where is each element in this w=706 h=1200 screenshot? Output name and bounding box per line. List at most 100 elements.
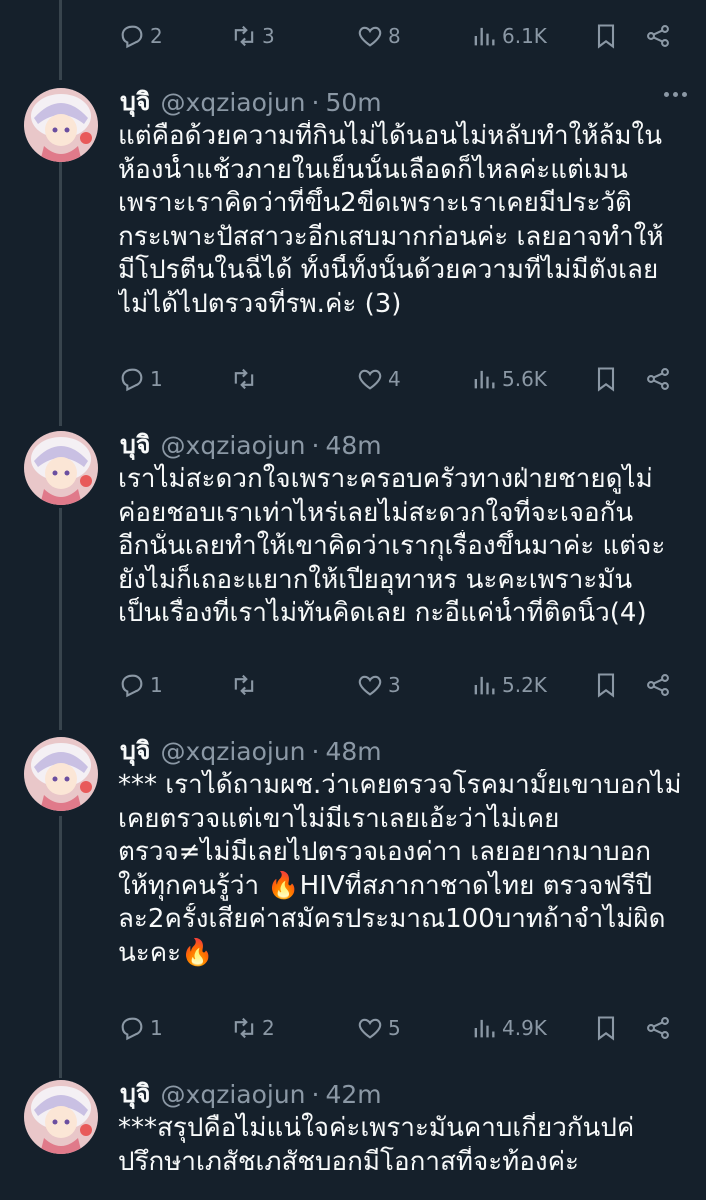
user-handle[interactable]: @xqziaojun xyxy=(161,737,306,766)
tweet-text-line: เคยตรวจแต่เขาไม่มีเราเลยเอ้ะว่าไม่เคย xyxy=(118,803,560,834)
user-handle[interactable]: @xqziaojun xyxy=(161,88,306,117)
views-count: 4.9K xyxy=(502,1016,547,1040)
retweet-icon xyxy=(230,365,262,393)
like-count: 4 xyxy=(388,367,401,391)
share-icon xyxy=(644,365,676,393)
reply-count: 2 xyxy=(150,24,163,48)
separator: · xyxy=(311,1079,320,1109)
tweet-text-line: ไม่ได้ไปตรวจที่รพ.ค่ะ (3) xyxy=(118,288,402,319)
tweet-actions: 1 2 5 4.9K xyxy=(118,1008,678,1048)
timestamp[interactable]: 48m xyxy=(325,431,381,460)
retweet-count: 3 xyxy=(262,24,275,48)
like-button[interactable]: 8 xyxy=(356,16,401,56)
tweet-actions: 1 4 5.6K xyxy=(118,359,678,399)
views-icon xyxy=(470,1014,502,1042)
views-icon xyxy=(470,22,502,50)
share-button[interactable] xyxy=(644,1008,676,1048)
display-name[interactable]: บุจิ xyxy=(120,1074,151,1114)
timestamp[interactable]: 48m xyxy=(325,737,381,766)
like-button[interactable]: 4 xyxy=(356,359,401,399)
reply-button[interactable]: 1 xyxy=(118,665,163,705)
reply-button[interactable]: 1 xyxy=(118,359,163,399)
tweet[interactable]: บุจิ @xqziaojun · 42m ***สรุปคือไม่แน่ใจ… xyxy=(0,1074,706,1200)
tweet[interactable]: บุจิ @xqziaojun · 48m เราไม่สะดวกใจเพราะ… xyxy=(0,425,706,721)
tweet-text-line: นะคะ🔥 xyxy=(118,937,214,968)
like-icon xyxy=(356,671,388,699)
avatar[interactable] xyxy=(24,737,98,811)
retweet-icon xyxy=(230,1014,262,1042)
more-icon[interactable] xyxy=(664,92,688,98)
bookmark-button[interactable] xyxy=(592,359,624,399)
user-handle[interactable]: @xqziaojun xyxy=(161,431,306,460)
reply-count: 1 xyxy=(150,673,163,697)
bookmark-button[interactable] xyxy=(592,16,624,56)
user-handle[interactable]: @xqziaojun xyxy=(161,1080,306,1109)
tweet-text-line: ค่อยชอบเราเท่าไหร่เลยไม่สะดวกใจที่จะเจอก… xyxy=(118,497,634,528)
tweet-text-line: ยังไม่ก็เถอะแยากให้เปียอุทาหร นะคะเพราะม… xyxy=(118,564,633,595)
retweet-icon xyxy=(230,671,262,699)
tweet[interactable]: บุจิ @xqziaojun · 48m *** เราได้ถามผช.ว่… xyxy=(0,731,706,1061)
views-count: 6.1K xyxy=(502,24,547,48)
tweet-text: ***สรุปคือไม่แน่ใจค่ะเพราะมันคาบเกี่ยวกั… xyxy=(118,1112,693,1179)
bookmark-icon xyxy=(592,22,624,50)
share-button[interactable] xyxy=(644,359,676,399)
tweet-text-line: ตรวจ≠ไม่มีเลยไปตรวจเองค่าา เลยอยากมาบอก xyxy=(118,837,652,868)
tweet-text: *** เราได้ถามผช.ว่าเคยตรวจโรคมามั้ยเขาบอ… xyxy=(118,769,693,971)
bookmark-button[interactable] xyxy=(592,665,624,705)
tweet-text-line: ให้ทุกคนรู้ว่า 🔥HIVที่สภากาชาดไทย ตรวจฟร… xyxy=(118,870,653,901)
bookmark-icon xyxy=(592,671,624,699)
share-button[interactable] xyxy=(644,16,676,56)
like-count: 5 xyxy=(388,1016,401,1040)
share-icon xyxy=(644,22,676,50)
separator: · xyxy=(311,430,320,460)
like-icon xyxy=(356,365,388,393)
retweet-button[interactable]: 2 xyxy=(230,1008,275,1048)
timestamp[interactable]: 42m xyxy=(325,1080,381,1109)
display-name[interactable]: บุจิ xyxy=(120,425,151,465)
views-button[interactable]: 4.9K xyxy=(470,1008,547,1048)
tweet-actions: 2 3 8 6.1K xyxy=(118,16,678,56)
share-button[interactable] xyxy=(644,665,676,705)
retweet-button[interactable] xyxy=(230,359,262,399)
display-name[interactable]: บุจิ xyxy=(120,82,151,122)
share-icon xyxy=(644,1014,676,1042)
avatar[interactable] xyxy=(24,88,98,162)
tweet-text-line: ละ2ครั้งเสียค่าสมัครประมาณ100บาทถ้าจำไม่… xyxy=(118,904,666,935)
avatar[interactable] xyxy=(24,431,98,505)
views-count: 5.6K xyxy=(502,367,547,391)
retweet-count: 2 xyxy=(262,1016,275,1040)
views-button[interactable]: 6.1K xyxy=(470,16,547,56)
reply-button[interactable]: 2 xyxy=(118,16,163,56)
like-button[interactable]: 5 xyxy=(356,1008,401,1048)
like-icon xyxy=(356,1014,388,1042)
bookmark-button[interactable] xyxy=(592,1008,624,1048)
share-icon xyxy=(644,671,676,699)
like-button[interactable]: 3 xyxy=(356,665,401,705)
retweet-icon xyxy=(230,22,262,50)
views-button[interactable]: 5.6K xyxy=(470,359,547,399)
retweet-button[interactable] xyxy=(230,665,262,705)
reply-icon xyxy=(118,22,150,50)
tweet-text-line: เพราะเราคิดว่าที่ขึ้น2ขีดเพราะเราเคยมีปร… xyxy=(118,188,632,219)
reply-button[interactable]: 1 xyxy=(118,1008,163,1048)
avatar[interactable] xyxy=(24,1080,98,1154)
tweet-text: เราไม่สะดวกใจเพราะครอบครัวทางฝ่ายชายดูไม… xyxy=(118,463,693,631)
tweet-text-line: เป็นเรื่องที่เราไม่ทันคิดเลย กะอีแค่น้ำท… xyxy=(118,598,647,629)
tweet-text-line: *** เราได้ถามผช.ว่าเคยตรวจโรคมามั้ยเขาบอ… xyxy=(118,770,682,800)
bookmark-icon xyxy=(592,365,624,393)
retweet-button[interactable]: 3 xyxy=(230,16,275,56)
tweet-text-line: ห้องน้ำแช้วภายในเย็นนั้นเลือดก็ไหลค่ะแต่… xyxy=(118,154,628,185)
separator: · xyxy=(311,736,320,766)
display-name[interactable]: บุจิ xyxy=(120,731,151,771)
thread-line xyxy=(59,0,62,80)
reply-icon xyxy=(118,671,150,699)
tweet[interactable]: บุจิ @xqziaojun · 50m แต่คือด้วยความที่ก… xyxy=(0,82,706,412)
like-count: 3 xyxy=(388,673,401,697)
bookmark-icon xyxy=(592,1014,624,1042)
tweet-text-line: เราไม่สะดวกใจเพราะครอบครัวทางฝ่ายชายดูไม… xyxy=(118,464,653,494)
timestamp[interactable]: 50m xyxy=(325,88,381,117)
like-icon xyxy=(356,22,388,50)
reply-count: 1 xyxy=(150,367,163,391)
views-button[interactable]: 5.2K xyxy=(470,665,547,705)
tweet-text-line: มีโปรตีนในฉี่ได้ ทั้งนี้ทั้งนั้นด้วยความ… xyxy=(118,255,659,286)
